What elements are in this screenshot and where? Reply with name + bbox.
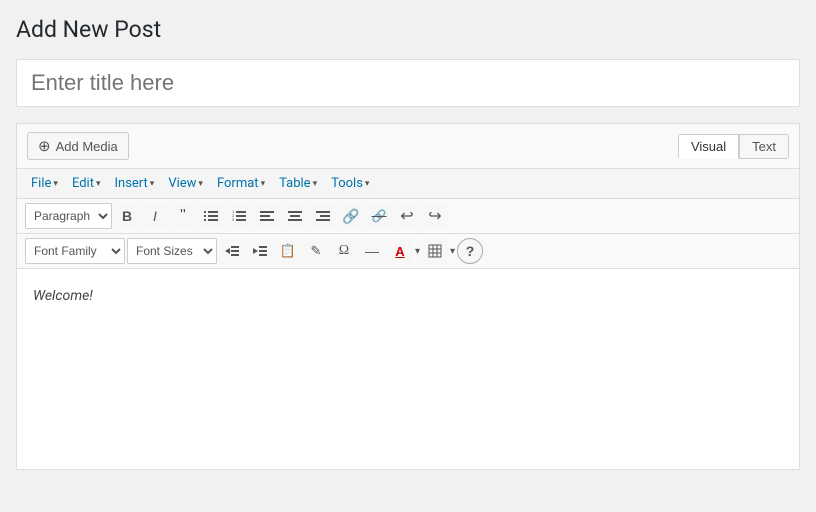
menu-table-arrow: ▾ xyxy=(313,179,318,189)
editor-wrapper: ⊕ Add Media Visual Text File ▾ Edit ▾ In… xyxy=(16,123,800,470)
menu-file[interactable]: File ▾ xyxy=(25,173,64,194)
bold-button[interactable]: B xyxy=(114,203,140,229)
post-title-input[interactable] xyxy=(16,59,800,107)
toolbar-row-2: Font Family Font Sizes 8pt 10pt 12pt 14p… xyxy=(17,234,799,269)
table-button[interactable] xyxy=(422,238,448,264)
toolbar-row-1: Paragraph Heading 1 Heading 2 Heading 3 … xyxy=(17,199,799,234)
editor-content-text: Welcome! xyxy=(33,285,783,307)
italic-button[interactable]: I xyxy=(142,203,168,229)
horizontal-rule-button[interactable]: — xyxy=(359,238,385,264)
menu-edit-label: Edit xyxy=(72,176,94,191)
menu-insert-label: Insert xyxy=(114,176,147,191)
align-left-button[interactable] xyxy=(254,203,280,229)
font-family-select[interactable]: Font Family xyxy=(25,238,125,264)
add-media-label: Add Media xyxy=(56,139,118,154)
menu-format-label: Format xyxy=(217,176,259,191)
menu-tools-label: Tools xyxy=(331,176,363,191)
unlink-button[interactable]: 🔗 xyxy=(366,203,392,229)
menu-file-label: File xyxy=(31,176,51,191)
table-arrow[interactable]: ▾ xyxy=(450,246,455,257)
editor-content[interactable]: Welcome! xyxy=(17,269,799,469)
editor-top-bar: ⊕ Add Media Visual Text xyxy=(17,124,799,169)
numbered-list-button[interactable]: 123 xyxy=(226,203,252,229)
menu-tools-arrow: ▾ xyxy=(365,179,370,189)
paragraph-select[interactable]: Paragraph Heading 1 Heading 2 Heading 3 xyxy=(25,203,112,229)
add-media-icon: ⊕ xyxy=(38,137,51,155)
menu-table-label: Table xyxy=(279,176,310,191)
blockquote-button[interactable]: " xyxy=(170,203,196,229)
clear-format-button[interactable]: ✎ xyxy=(303,238,329,264)
menu-view-label: View xyxy=(168,176,196,191)
redo-button[interactable]: ↪ xyxy=(422,203,448,229)
menu-table[interactable]: Table ▾ xyxy=(273,173,323,194)
font-color-arrow[interactable]: ▾ xyxy=(415,246,420,257)
menu-file-arrow: ▾ xyxy=(53,179,58,189)
special-chars-button[interactable]: Ω xyxy=(331,238,357,264)
tab-text[interactable]: Text xyxy=(739,134,789,159)
outdent-button[interactable] xyxy=(219,238,245,264)
font-color-button[interactable]: A xyxy=(387,238,413,264)
menu-view-arrow: ▾ xyxy=(198,179,203,189)
align-center-button[interactable] xyxy=(282,203,308,229)
menu-edit[interactable]: Edit ▾ xyxy=(66,173,107,194)
tab-visual[interactable]: Visual xyxy=(678,134,739,159)
indent-button[interactable] xyxy=(247,238,273,264)
menu-format-arrow: ▾ xyxy=(261,179,266,189)
view-tabs: Visual Text xyxy=(678,134,789,159)
font-sizes-select[interactable]: Font Sizes 8pt 10pt 12pt 14pt 18pt 24pt xyxy=(127,238,217,264)
svg-text:3: 3 xyxy=(232,217,235,222)
paste-text-button[interactable]: 📋 xyxy=(275,238,301,264)
menu-bar: File ▾ Edit ▾ Insert ▾ View ▾ Format ▾ T… xyxy=(17,169,799,199)
menu-tools[interactable]: Tools ▾ xyxy=(325,173,375,194)
menu-format[interactable]: Format ▾ xyxy=(211,173,271,194)
bullet-list-button[interactable] xyxy=(198,203,224,229)
menu-insert-arrow: ▾ xyxy=(150,179,155,189)
link-button[interactable]: 🔗 xyxy=(338,203,364,229)
menu-edit-arrow: ▾ xyxy=(96,179,101,189)
page-title: Add New Post xyxy=(16,16,800,43)
align-right-button[interactable] xyxy=(310,203,336,229)
undo-button[interactable]: ↩ xyxy=(394,203,420,229)
add-media-button[interactable]: ⊕ Add Media xyxy=(27,132,129,160)
menu-insert[interactable]: Insert ▾ xyxy=(108,173,160,194)
menu-view[interactable]: View ▾ xyxy=(162,173,209,194)
help-button[interactable]: ? xyxy=(457,238,483,264)
